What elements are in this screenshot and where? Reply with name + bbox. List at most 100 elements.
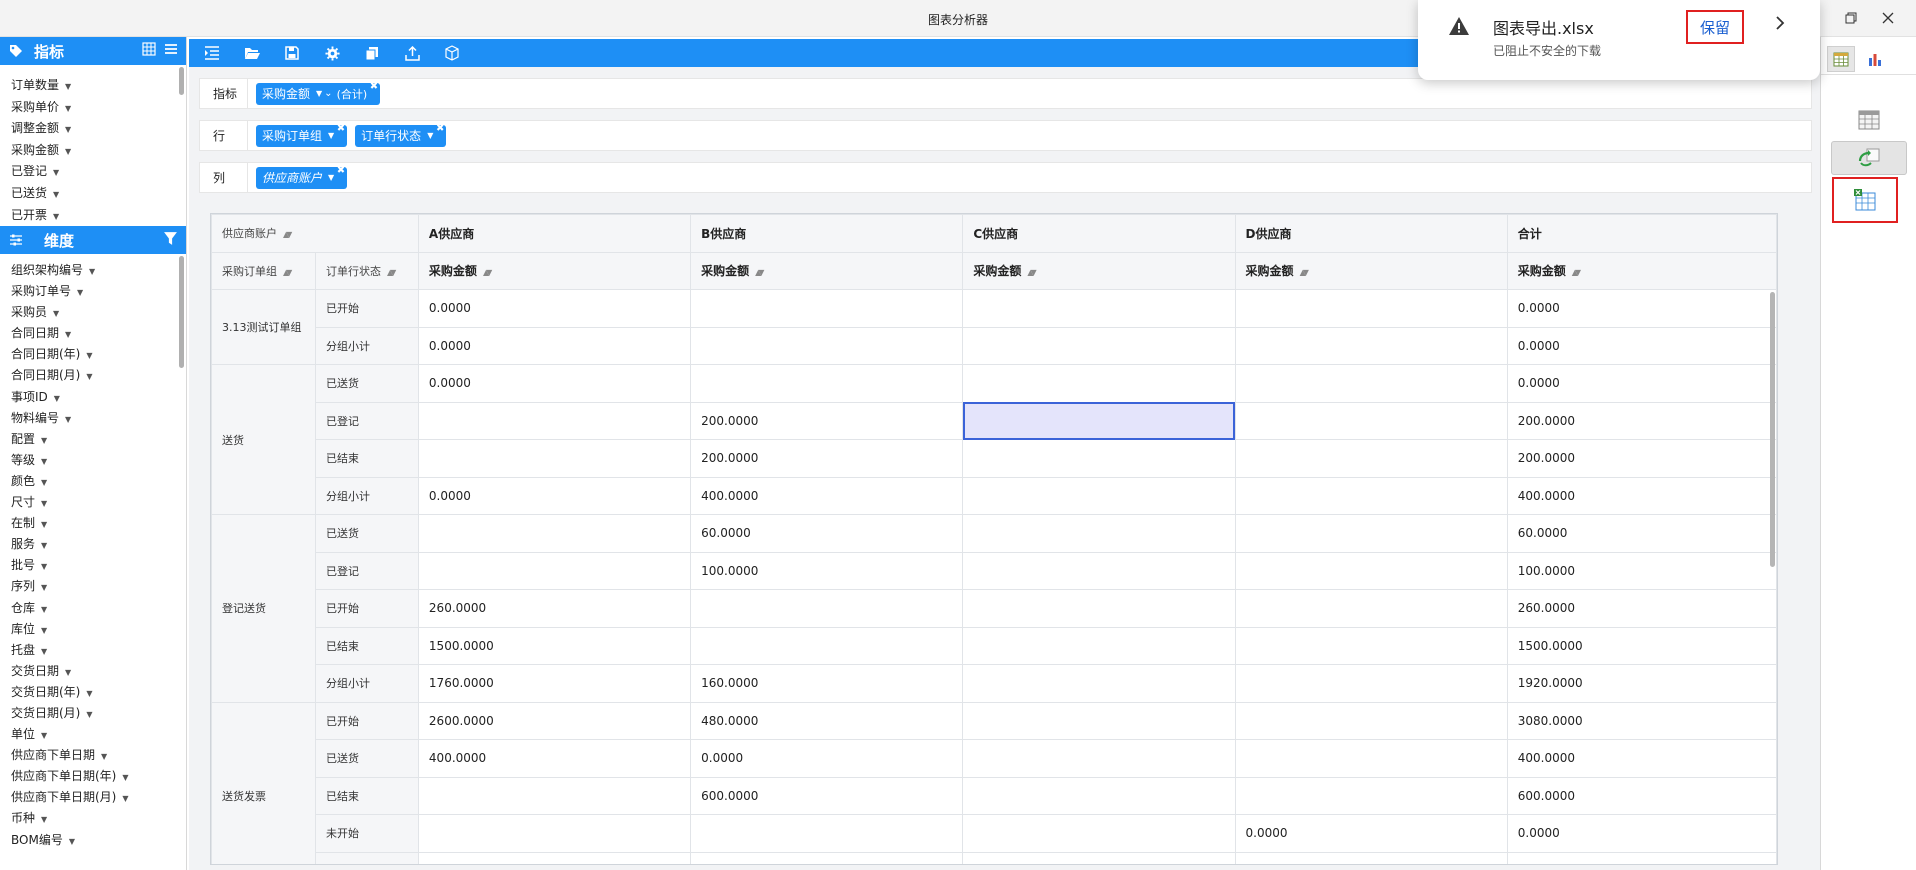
measure-header[interactable]: 采购金额 ▲▼ bbox=[1234, 251, 1508, 290]
indent-icon[interactable] bbox=[203, 44, 221, 62]
value-cell[interactable]: 0.0000 bbox=[417, 326, 692, 365]
remove-row-chip-icon[interactable]: ✖ bbox=[337, 123, 345, 134]
metric-field-item[interactable]: 订单数量 ▼ bbox=[11, 75, 186, 97]
value-cell[interactable]: 60.0000 bbox=[690, 514, 964, 553]
dimension-field-item[interactable]: 仓库 ▼ bbox=[11, 598, 186, 619]
value-cell[interactable] bbox=[690, 626, 964, 665]
upload-icon[interactable] bbox=[403, 44, 421, 62]
metric-scrollbar[interactable] bbox=[179, 67, 184, 95]
value-cell[interactable] bbox=[1234, 551, 1508, 590]
value-cell[interactable] bbox=[962, 514, 1236, 553]
sort-icon[interactable]: ▲▼ bbox=[1572, 268, 1581, 277]
save-icon[interactable] bbox=[283, 44, 301, 62]
value-cell[interactable]: 260.0000 bbox=[1506, 589, 1777, 628]
restore-window-button[interactable] bbox=[1837, 6, 1865, 30]
value-cell[interactable] bbox=[962, 776, 1236, 815]
value-cell[interactable] bbox=[962, 851, 1236, 864]
keep-download-button[interactable]: 保留 bbox=[1686, 10, 1744, 44]
value-cell[interactable] bbox=[1234, 701, 1508, 740]
value-cell[interactable] bbox=[690, 589, 964, 628]
remove-metric-icon[interactable]: ✖ bbox=[370, 81, 378, 92]
value-cell[interactable] bbox=[690, 851, 964, 864]
value-cell[interactable]: 0.0000 bbox=[1506, 326, 1777, 365]
value-cell[interactable]: 0.0000 bbox=[1506, 289, 1777, 328]
value-cell[interactable] bbox=[690, 364, 964, 403]
value-cell[interactable] bbox=[417, 514, 692, 553]
value-cell[interactable]: 200.0000 bbox=[690, 439, 964, 478]
value-cell[interactable]: 100.0000 bbox=[690, 551, 964, 590]
dimension-field-item[interactable]: 托盘 ▼ bbox=[11, 640, 186, 661]
dimension-field-item[interactable]: 等级 ▼ bbox=[11, 450, 186, 471]
value-cell[interactable] bbox=[1234, 439, 1508, 478]
cube-icon[interactable] bbox=[443, 44, 461, 62]
measure-header[interactable]: 采购金额 ▲▼ bbox=[1506, 251, 1777, 290]
dimension-field-item[interactable]: 尺寸 ▼ bbox=[11, 492, 186, 513]
tab-chart[interactable] bbox=[1861, 46, 1889, 72]
dimension-field-item[interactable]: 在制 ▼ bbox=[11, 513, 186, 534]
measure-header[interactable]: 采购金额 ▲▼ bbox=[962, 251, 1236, 290]
value-cell[interactable] bbox=[962, 364, 1236, 403]
dimension-scrollbar[interactable] bbox=[179, 256, 184, 368]
dimension-field-item[interactable]: 供应商下单日期(月) ▼ bbox=[11, 787, 186, 808]
remove-column-chip-icon[interactable]: ✖ bbox=[337, 165, 345, 176]
sort-icon[interactable]: ▲▼ bbox=[1300, 268, 1309, 277]
value-cell[interactable]: 400.0000 bbox=[417, 739, 692, 778]
value-cell[interactable]: 60.0000 bbox=[1506, 514, 1777, 553]
grid-view-icon[interactable] bbox=[142, 42, 156, 60]
pivot-table-option[interactable] bbox=[1831, 141, 1907, 175]
tab-table[interactable] bbox=[1827, 46, 1855, 72]
filter-icon[interactable] bbox=[163, 231, 178, 250]
value-cell[interactable] bbox=[962, 814, 1236, 853]
open-folder-icon[interactable] bbox=[243, 44, 261, 62]
value-cell[interactable] bbox=[1234, 364, 1508, 403]
metric-field-item[interactable]: 已登记 ▼ bbox=[11, 161, 186, 183]
value-cell[interactable] bbox=[962, 476, 1236, 515]
dimension-field-item[interactable]: 服务 ▼ bbox=[11, 534, 186, 555]
value-cell[interactable] bbox=[417, 401, 692, 440]
dimension-field-item[interactable]: 配置 ▼ bbox=[11, 429, 186, 450]
row-chip-line-status[interactable]: 订单行状态 ▼ ✖ bbox=[355, 123, 447, 147]
value-cell[interactable]: 160.0000 bbox=[690, 664, 964, 703]
value-cell[interactable] bbox=[417, 814, 692, 853]
value-cell[interactable] bbox=[962, 589, 1236, 628]
dimension-field-item[interactable]: 交货日期(月) ▼ bbox=[11, 703, 186, 724]
dimension-field-item[interactable]: 事项ID ▼ bbox=[11, 387, 186, 408]
value-cell[interactable] bbox=[1234, 326, 1508, 365]
value-cell[interactable]: 400.0000 bbox=[690, 476, 964, 515]
sort-icon[interactable]: ▲▼ bbox=[387, 268, 396, 277]
value-cell[interactable]: 0.0000 bbox=[417, 289, 692, 328]
value-cell[interactable] bbox=[962, 701, 1236, 740]
remove-row-chip-icon[interactable]: ✖ bbox=[436, 123, 444, 134]
dimension-field-item[interactable]: 单位 ▼ bbox=[11, 724, 186, 745]
value-cell[interactable] bbox=[962, 626, 1236, 665]
value-cell[interactable]: 480.0000 bbox=[690, 701, 964, 740]
value-cell[interactable] bbox=[690, 326, 964, 365]
value-cell[interactable] bbox=[417, 776, 692, 815]
measure-header[interactable]: 采购金额 ▲▼ bbox=[690, 251, 964, 290]
dimension-field-item[interactable]: 采购订单号 ▼ bbox=[11, 281, 186, 302]
row-dimension-header[interactable]: 订单行状态 ▲▼ bbox=[314, 251, 419, 290]
value-cell[interactable] bbox=[962, 551, 1236, 590]
value-cell[interactable]: 0.0000 bbox=[417, 476, 692, 515]
sort-icon[interactable]: ▲▼ bbox=[755, 268, 764, 277]
value-cell[interactable]: 400.0000 bbox=[1506, 476, 1777, 515]
value-cell[interactable]: 1760.0000 bbox=[417, 664, 692, 703]
value-cell[interactable] bbox=[962, 664, 1236, 703]
column-chip-supplier[interactable]: 供应商账户 ▼ ✖ bbox=[256, 165, 348, 189]
value-cell[interactable]: 200.0000 bbox=[1506, 401, 1777, 440]
value-cell[interactable] bbox=[1234, 739, 1508, 778]
value-cell[interactable]: 1500.0000 bbox=[1506, 626, 1777, 665]
metric-field-item[interactable]: 采购金额 ▼ bbox=[11, 140, 186, 162]
close-window-button[interactable] bbox=[1874, 6, 1902, 30]
value-cell[interactable] bbox=[962, 439, 1236, 478]
value-cell[interactable] bbox=[690, 814, 964, 853]
export-excel-option[interactable] bbox=[1832, 177, 1898, 223]
value-cell[interactable]: 3080.0000 bbox=[1506, 701, 1777, 740]
dimension-field-item[interactable]: 库位 ▼ bbox=[11, 619, 186, 640]
chevron-right-icon[interactable] bbox=[1774, 14, 1786, 35]
value-cell[interactable] bbox=[1234, 289, 1508, 328]
value-cell[interactable] bbox=[1234, 476, 1508, 515]
selected-value-cell[interactable] bbox=[962, 401, 1236, 440]
dimension-field-item[interactable]: 批号 ▼ bbox=[11, 555, 186, 576]
value-cell[interactable] bbox=[1234, 401, 1508, 440]
